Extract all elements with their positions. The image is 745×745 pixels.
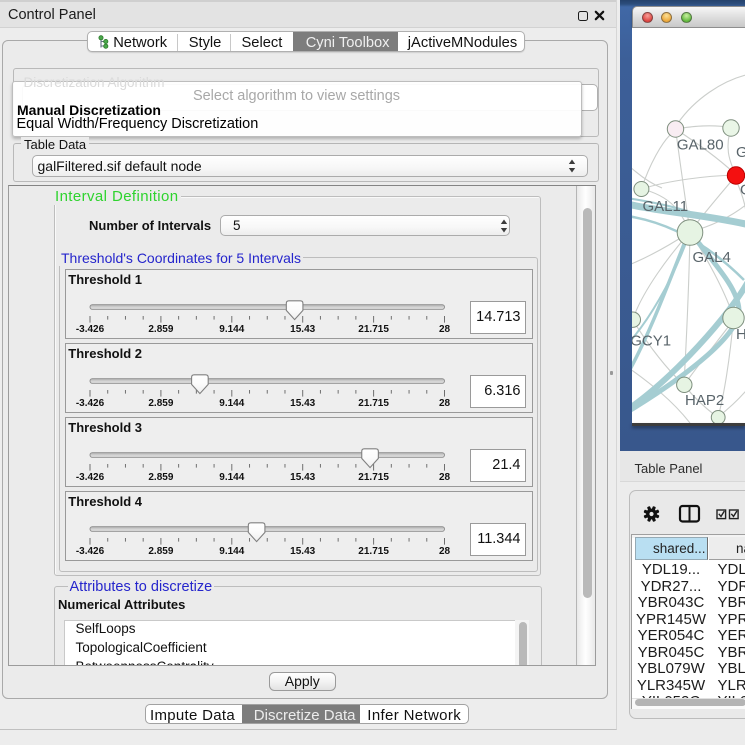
svg-text:GAL11: GAL11 [643,198,689,215]
svg-text:GAL80: GAL80 [677,136,724,153]
svg-text:HAP2: HAP2 [685,392,724,409]
svg-text:GCY1: GCY1 [632,332,671,349]
svg-text:GAL4: GAL4 [693,249,731,266]
svg-text:G: G [740,182,745,199]
svg-text:GA: GA [736,144,745,161]
svg-text:H: H [736,326,745,343]
